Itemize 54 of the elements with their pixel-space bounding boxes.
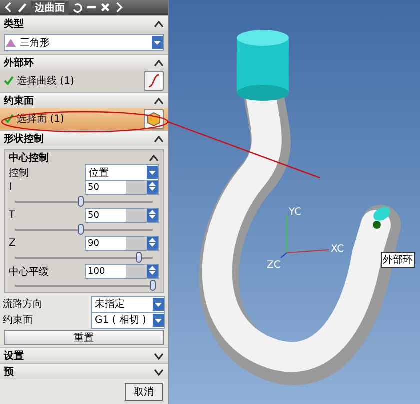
section-header: 预	[4, 366, 14, 378]
slider-thumb[interactable]	[78, 196, 84, 207]
collapse-icon[interactable]	[154, 96, 164, 104]
field-label: Z	[9, 238, 16, 249]
pencil-icon[interactable]	[17, 2, 28, 13]
cancel-button[interactable]: 取消	[125, 383, 163, 401]
reset-button[interactable]: 重置	[4, 330, 164, 345]
field-label: I	[9, 182, 12, 193]
undo-icon[interactable]	[72, 2, 83, 13]
triangle-surface-icon	[5, 38, 17, 48]
constraint-dropdown[interactable]: G1 ( 相切 )	[91, 312, 165, 328]
collapse-icon[interactable]	[154, 58, 164, 66]
section-header: 形状控制	[4, 132, 44, 146]
spin-arrow-icon[interactable]	[147, 181, 158, 194]
axis-label: ZC	[267, 260, 281, 271]
axis-label: XC	[331, 244, 344, 255]
slider-thumb[interactable]	[150, 280, 156, 291]
section-header: 约束面	[4, 94, 34, 108]
field-label: 控制	[9, 166, 29, 180]
type-dropdown[interactable]: 三角形	[4, 34, 164, 51]
field-label: 约束面	[3, 314, 33, 327]
spin-arrow-icon[interactable]	[147, 237, 158, 250]
value-field[interactable]: 100	[85, 264, 159, 279]
slider-thumb[interactable]	[136, 252, 142, 263]
spin-arrow-icon[interactable]	[147, 265, 158, 278]
section-header: 类型	[4, 18, 24, 30]
field-label: T	[9, 210, 16, 221]
forward-icon[interactable]	[114, 2, 125, 13]
spin-arrow-icon[interactable]	[147, 209, 158, 222]
section-header: 设置	[4, 350, 24, 362]
expand-icon[interactable]	[154, 368, 164, 376]
slider-thumb[interactable]	[78, 224, 84, 235]
value-field[interactable]: 50	[85, 180, 159, 195]
expand-icon[interactable]	[154, 352, 164, 360]
subsection-header: 中心控制	[9, 151, 49, 164]
coordinate-axes	[280, 214, 330, 258]
curve-icon[interactable]	[144, 71, 164, 91]
back-icon[interactable]	[3, 2, 14, 13]
field-label: 流路方向	[3, 298, 43, 311]
value-field[interactable]: 90	[85, 236, 159, 251]
axis-label: YC	[289, 207, 302, 218]
collapse-icon[interactable]	[154, 20, 164, 28]
field-label: 中心平缓	[9, 266, 49, 278]
section-header: 外部环	[4, 56, 34, 70]
close-icon[interactable]	[100, 2, 111, 13]
callout-label: 外部环	[381, 252, 415, 268]
check-icon	[4, 76, 14, 86]
collapse-icon[interactable]	[154, 134, 164, 142]
value-field[interactable]: 50	[85, 208, 159, 223]
window-title: 边曲面	[31, 0, 69, 14]
control-dropdown[interactable]: 位置	[85, 164, 159, 181]
check-icon	[4, 114, 14, 124]
collapse-icon[interactable]	[149, 154, 159, 162]
flow-direction-dropdown[interactable]: 未指定	[91, 296, 165, 312]
